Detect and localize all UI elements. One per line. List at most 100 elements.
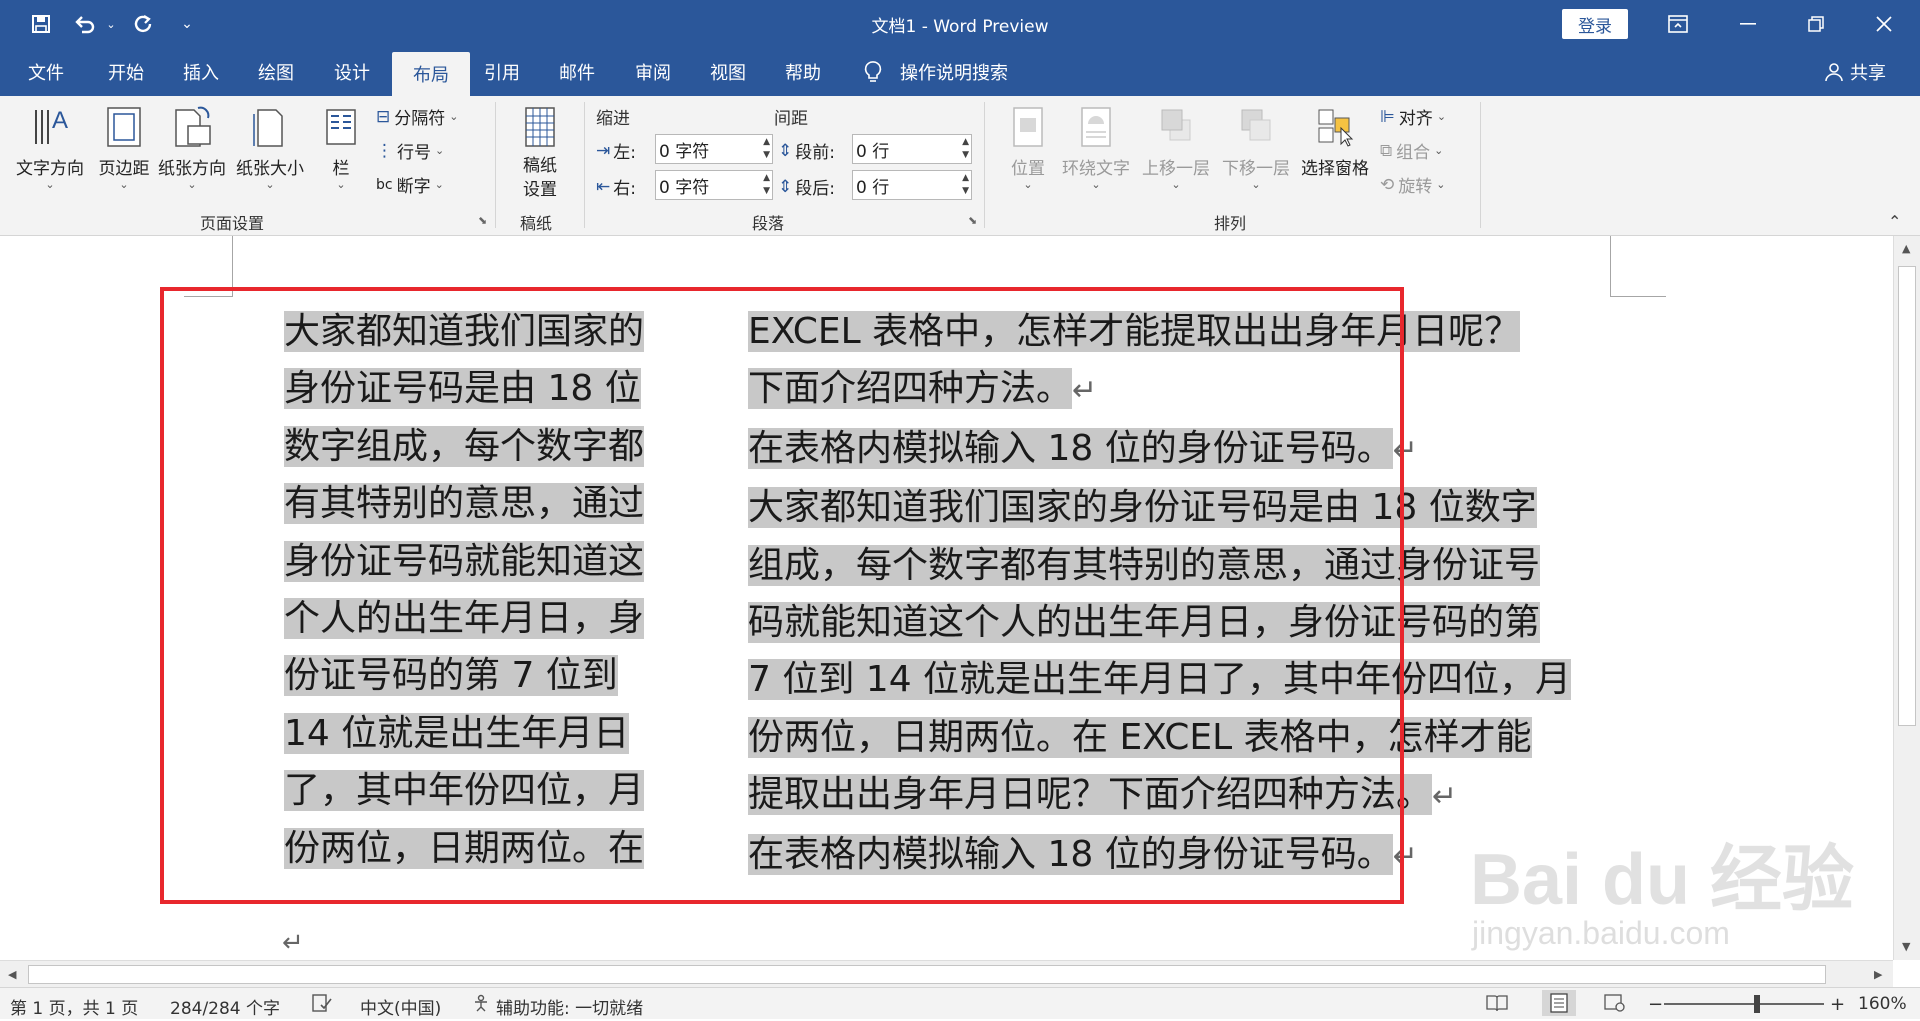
zoom-in-button[interactable]: + [1830, 994, 1845, 1015]
tell-me-search[interactable]: 操作说明搜索 [896, 48, 1012, 96]
space-after-value: 0 行 [856, 177, 890, 198]
scroll-left-icon[interactable]: ◀ [8, 968, 16, 981]
tab-review[interactable]: 审阅 [631, 48, 675, 96]
page-count[interactable]: 第 1 页，共 1 页 [10, 994, 138, 1019]
spinner-arrows-icon[interactable]: ▲ ▼ [962, 136, 969, 162]
web-layout-icon[interactable] [1604, 994, 1626, 1017]
chevron-down-icon: ⌄ [435, 143, 445, 157]
breaks-button[interactable]: ⊟ 分隔符 ⌄ [376, 104, 458, 130]
scroll-right-icon[interactable]: ▶ [1874, 968, 1882, 981]
login-button[interactable]: 登录 [1562, 9, 1628, 39]
spinner-arrows-icon[interactable]: ▲ ▼ [763, 172, 770, 198]
language-indicator[interactable]: 中文(中国) [360, 994, 441, 1019]
margins-button[interactable]: 页边距 ⌄ [92, 104, 156, 191]
horizontal-scrollbar[interactable]: ◀ ▶ [0, 960, 1893, 987]
hyphenation-button[interactable]: bc 断字 ⌄ [376, 172, 444, 198]
tab-references[interactable]: 引用 [480, 48, 524, 96]
space-after-text: 段后: [795, 179, 835, 199]
columns-button[interactable]: 栏 ⌄ [316, 104, 366, 191]
wrap-text-button[interactable]: 环绕文字 ⌄ [1058, 104, 1134, 191]
text-direction-button[interactable]: A 文字方向 ⌄ [12, 104, 88, 191]
accessibility-status[interactable]: 辅助功能: 一切就绪 [496, 994, 643, 1019]
rotate-icon: ⟲ [1380, 174, 1395, 195]
align-button[interactable]: ⊫ 对齐 ⌄ [1380, 104, 1446, 130]
zoom-slider-thumb[interactable] [1754, 995, 1760, 1013]
read-mode-icon[interactable] [1486, 994, 1508, 1017]
chevron-down-icon: ⌄ [1171, 178, 1181, 191]
indent-left-input[interactable]: 0 字符 ▲ ▼ [655, 134, 773, 164]
send-backward-icon [1241, 109, 1271, 141]
space-after-icon: ⇕ [778, 176, 793, 197]
space-before-text: 段前: [795, 143, 835, 163]
vertical-scroll-thumb[interactable] [1898, 266, 1916, 726]
paper-size-icon [253, 109, 283, 147]
rotate-button[interactable]: ⟲ 旋转 ⌄ [1380, 172, 1445, 198]
chevron-down-icon: ⌄ [1434, 143, 1444, 157]
chevron-down-icon: ⌄ [265, 178, 275, 191]
tab-view[interactable]: 视图 [706, 48, 750, 96]
line-numbers-button[interactable]: ⋮ 行号 ⌄ [376, 138, 445, 164]
space-before-input[interactable]: 0 行 ▲ ▼ [852, 134, 972, 164]
tab-layout[interactable]: 布局 [392, 52, 470, 96]
separator [584, 102, 585, 228]
tab-design[interactable]: 设计 [330, 48, 374, 96]
selection-pane-label: 选择窗格 [1301, 159, 1369, 179]
orientation-label: 纸张方向 [158, 159, 226, 179]
indent-right-input[interactable]: 0 字符 ▲ ▼ [655, 170, 773, 200]
tab-home[interactable]: 开始 [104, 48, 148, 96]
position-button[interactable]: 位置 ⌄ [1004, 104, 1052, 191]
horizontal-scroll-thumb[interactable] [28, 965, 1826, 984]
scroll-down-icon[interactable]: ▼ [1902, 940, 1910, 953]
send-backward-label: 下移一层 [1222, 159, 1290, 179]
breaks-label: 分隔符 [394, 109, 446, 129]
window-title: 文档1 - Word Preview [871, 17, 1049, 37]
share-user-icon[interactable] [1820, 48, 1848, 96]
accessibility-icon[interactable] [472, 994, 492, 1017]
group-button[interactable]: ⧉ 组合 ⌄ [1380, 138, 1444, 164]
tell-me-lightbulb-icon[interactable] [860, 48, 886, 96]
zoom-slider[interactable] [1664, 1003, 1824, 1005]
paragraph-launcher-icon[interactable]: ⬊ [968, 214, 977, 227]
word-count[interactable]: 284/284 个字 [170, 994, 280, 1019]
bring-forward-button[interactable]: 上移一层 ⌄ [1138, 104, 1214, 191]
ribbon-display-icon[interactable] [1648, 0, 1708, 48]
chevron-down-icon: ⌄ [1023, 178, 1033, 191]
tab-draw[interactable]: 绘图 [254, 48, 298, 96]
orientation-button[interactable]: 纸张方向 ⌄ [156, 104, 228, 191]
group-label: 组合 [1396, 143, 1431, 163]
margins-label: 页边距 [98, 159, 150, 179]
tab-insert[interactable]: 插入 [179, 48, 223, 96]
tab-file[interactable]: 文件 [24, 48, 68, 96]
close-icon[interactable] [1854, 0, 1914, 48]
indent-right-icon: ⇤ [596, 176, 611, 197]
tab-help[interactable]: 帮助 [781, 48, 825, 96]
print-layout-icon[interactable] [1542, 990, 1576, 1016]
bring-forward-icon [1161, 109, 1191, 141]
indent-left-icon: ⇥ [596, 140, 611, 161]
size-button[interactable]: 纸张大小 ⌄ [234, 104, 306, 191]
spinner-arrows-icon[interactable]: ▲ ▼ [763, 136, 770, 162]
collapse-ribbon-icon[interactable]: ⌃ [1888, 212, 1901, 231]
vertical-scrollbar[interactable]: ▲ ▼ [1893, 236, 1920, 960]
zoom-out-button[interactable]: − [1648, 994, 1663, 1015]
selection-pane-button[interactable]: 选择窗格 [1298, 104, 1372, 179]
separator [495, 102, 496, 228]
page-setup-group-label: 页面设置 [200, 214, 265, 233]
svg-text:A: A [52, 107, 68, 134]
proofing-icon[interactable] [312, 994, 332, 1017]
share-button[interactable]: 共享 [1846, 48, 1890, 96]
restore-icon[interactable] [1786, 0, 1846, 48]
indent-heading: 缩进 [596, 109, 630, 129]
minimize-icon[interactable] [1718, 0, 1778, 48]
crop-mark [1610, 296, 1666, 297]
scroll-up-icon[interactable]: ▲ [1902, 242, 1910, 255]
zoom-level[interactable]: 160% [1858, 994, 1907, 1014]
space-after-input[interactable]: 0 行 ▲ ▼ [852, 170, 972, 200]
page-setup-launcher-icon[interactable]: ⬊ [478, 214, 487, 227]
group-icon: ⧉ [1380, 140, 1393, 161]
send-backward-button[interactable]: 下移一层 ⌄ [1218, 104, 1294, 191]
spinner-arrows-icon[interactable]: ▲ ▼ [962, 172, 969, 198]
manuscript-settings-button[interactable]: 稿纸 设置 [508, 104, 572, 202]
manuscript-group-label: 稿纸 [520, 214, 553, 233]
tab-mailings[interactable]: 邮件 [555, 48, 599, 96]
